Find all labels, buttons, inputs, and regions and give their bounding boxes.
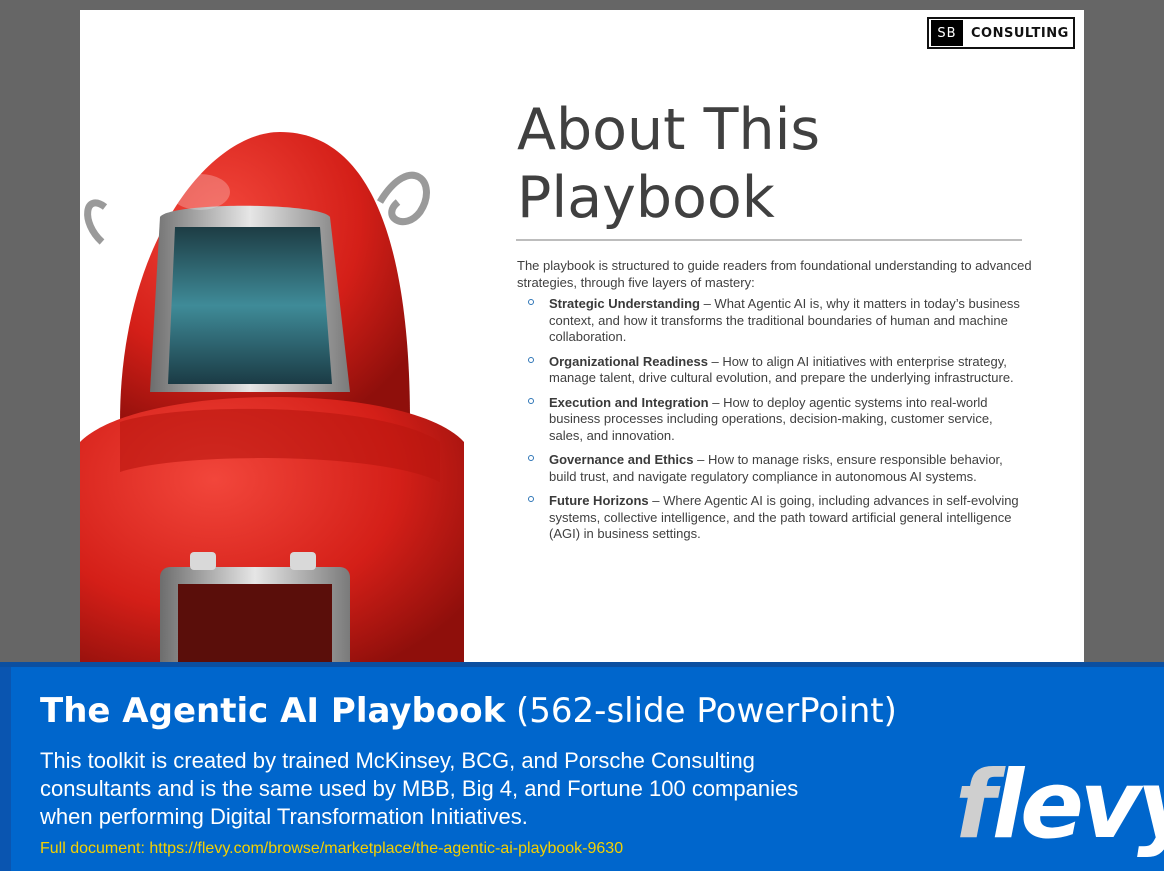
logo-text: CONSULTING xyxy=(971,25,1069,41)
slide-title-line-2: Playbook xyxy=(517,165,775,231)
list-item: Strategic Understanding – What Agentic A… xyxy=(528,296,1028,346)
intro-paragraph: The playbook is structured to guide read… xyxy=(517,258,1032,290)
sb-consulting-logo: SB CONSULTING xyxy=(927,17,1075,49)
bullet-circle-icon xyxy=(528,299,534,305)
product-banner: The Agentic AI Playbook (562-slide Power… xyxy=(0,667,1164,871)
slide-title: About This Playbook xyxy=(517,96,820,232)
banner-title-bold: The Agentic AI Playbook xyxy=(40,691,506,731)
bullet-circle-icon xyxy=(528,496,534,502)
bullet-circle-icon xyxy=(528,356,534,363)
bullet-term: Organizational Readiness xyxy=(549,353,708,369)
bullet-circle-icon xyxy=(528,455,534,461)
list-item: Future Horizons – Where Agentic AI is go… xyxy=(528,493,1028,543)
banner-description: This toolkit is created by trained McKin… xyxy=(40,748,799,829)
bullet-term: Future Horizons xyxy=(549,493,649,508)
robot-image xyxy=(80,132,464,672)
flevy-logo-rest: levy xyxy=(991,751,1164,860)
flevy-logo-f: f xyxy=(955,751,996,860)
list-item: Governance and Ethics – How to manage ri… xyxy=(528,452,1028,485)
list-item: Organizational Readiness – How to align … xyxy=(528,354,1028,387)
title-divider xyxy=(516,239,1022,241)
banner-title: The Agentic AI Playbook (562-slide Power… xyxy=(40,689,897,733)
bullet-term: Execution and Integration xyxy=(549,394,709,410)
logo-mark: SB xyxy=(931,20,963,46)
list-item: Execution and Integration – How to deplo… xyxy=(528,395,1028,445)
slide: SB CONSULTING About This Playbook The pl… xyxy=(80,10,1084,672)
flevy-logo: flevy xyxy=(955,759,1164,853)
banner-title-rest: (562-slide PowerPoint) xyxy=(505,691,897,731)
slide-title-line-1: About This xyxy=(517,97,821,163)
bullet-circle-icon xyxy=(528,397,534,404)
bullet-term: Governance and Ethics xyxy=(549,452,694,467)
full-document-link[interactable]: Full document: https://flevy.com/browse/… xyxy=(40,839,623,859)
bullet-term: Strategic Understanding xyxy=(549,296,700,311)
link-label: Full document: xyxy=(40,840,150,857)
link-url[interactable]: https://flevy.com/browse/marketplace/the… xyxy=(149,840,623,857)
mastery-layers-list: Strategic Understanding – What Agentic A… xyxy=(528,296,1028,551)
banner-left-edge xyxy=(0,667,11,871)
